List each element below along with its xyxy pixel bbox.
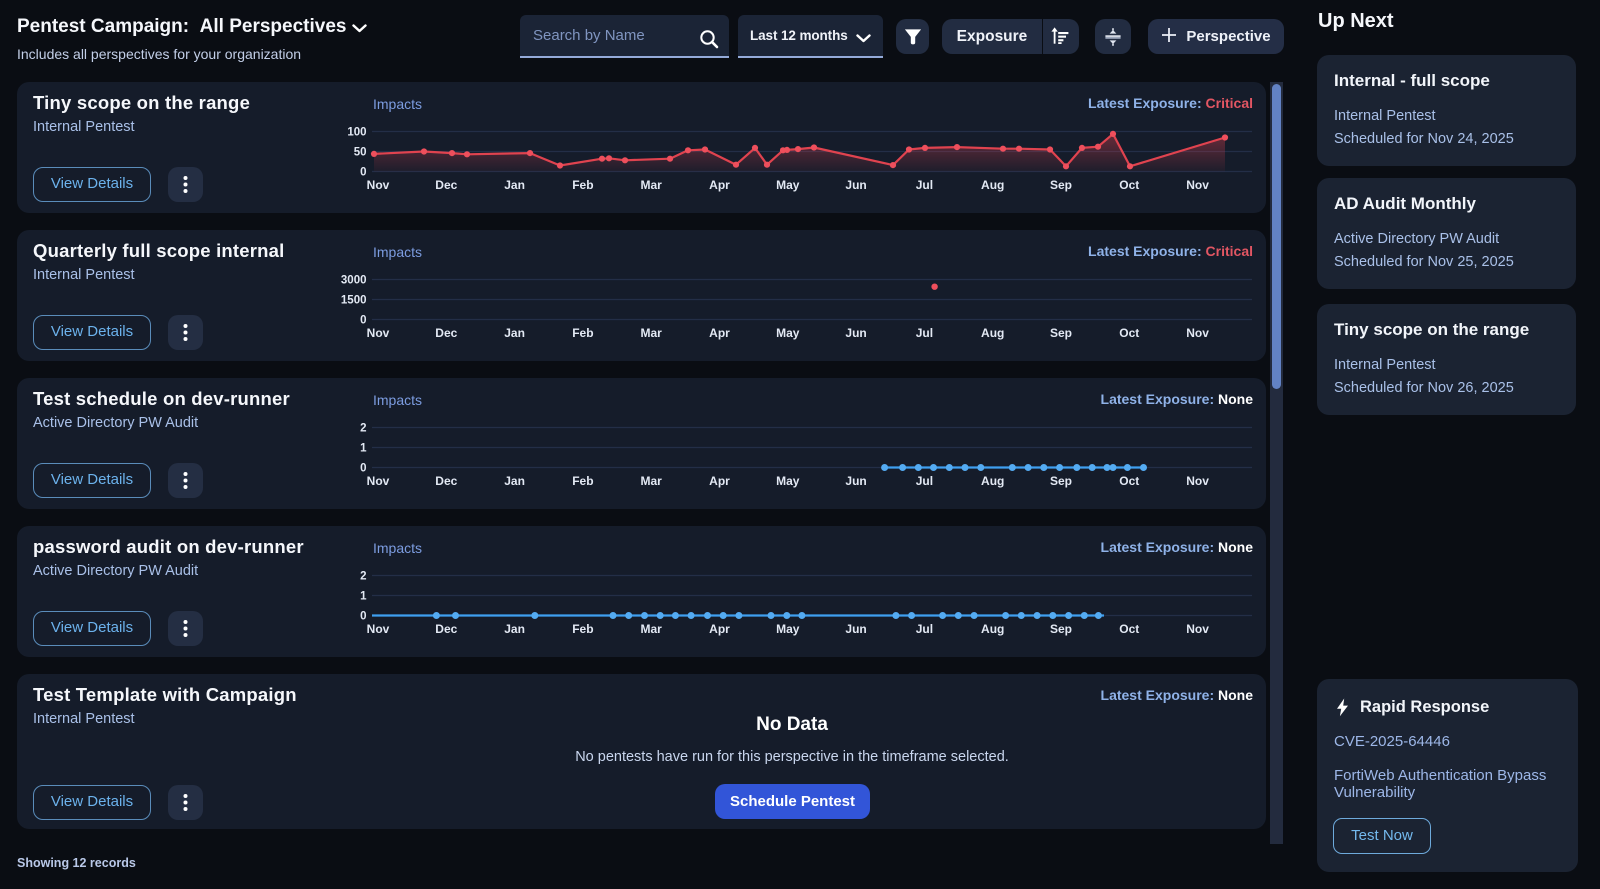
svg-text:Feb: Feb	[572, 326, 593, 340]
svg-text:Jul: Jul	[916, 474, 933, 488]
svg-text:Feb: Feb	[572, 622, 593, 636]
svg-text:Mar: Mar	[641, 622, 663, 636]
svg-text:Feb: Feb	[572, 474, 593, 488]
svg-text:0: 0	[360, 167, 366, 179]
svg-text:Jun: Jun	[845, 474, 866, 488]
svg-text:Oct: Oct	[1119, 474, 1139, 488]
svg-text:Jan: Jan	[504, 474, 525, 488]
svg-text:100: 100	[347, 127, 366, 139]
svg-text:Nov: Nov	[1186, 178, 1209, 192]
svg-text:May: May	[776, 326, 800, 340]
svg-text:1500: 1500	[341, 295, 367, 307]
svg-text:Dec: Dec	[435, 622, 457, 636]
svg-text:0: 0	[360, 611, 366, 623]
svg-text:Nov: Nov	[1186, 622, 1209, 636]
svg-text:1: 1	[360, 443, 367, 455]
svg-text:Oct: Oct	[1119, 178, 1139, 192]
svg-text:Dec: Dec	[435, 326, 457, 340]
svg-text:Mar: Mar	[641, 178, 663, 192]
svg-text:Jan: Jan	[504, 178, 525, 192]
svg-text:Jul: Jul	[916, 326, 933, 340]
svg-text:Oct: Oct	[1119, 326, 1139, 340]
svg-text:Aug: Aug	[981, 474, 1004, 488]
svg-text:Aug: Aug	[981, 622, 1004, 636]
svg-text:Apr: Apr	[709, 622, 730, 636]
svg-text:2: 2	[360, 571, 366, 583]
svg-text:Jun: Jun	[845, 622, 866, 636]
svg-text:Nov: Nov	[1186, 326, 1209, 340]
svg-text:Dec: Dec	[435, 178, 457, 192]
svg-text:50: 50	[354, 147, 367, 159]
svg-text:May: May	[776, 178, 800, 192]
svg-text:Sep: Sep	[1050, 326, 1072, 340]
svg-text:Mar: Mar	[641, 326, 663, 340]
svg-text:1: 1	[360, 591, 367, 603]
svg-text:Nov: Nov	[367, 178, 390, 192]
svg-text:Aug: Aug	[981, 178, 1004, 192]
svg-text:Apr: Apr	[709, 178, 730, 192]
svg-text:Jun: Jun	[845, 326, 866, 340]
svg-text:Jul: Jul	[916, 178, 933, 192]
svg-text:Apr: Apr	[709, 326, 730, 340]
svg-text:0: 0	[360, 463, 366, 475]
svg-text:Sep: Sep	[1050, 474, 1072, 488]
svg-text:Feb: Feb	[572, 178, 593, 192]
svg-text:3000: 3000	[341, 275, 367, 287]
svg-text:May: May	[776, 474, 800, 488]
svg-text:2: 2	[360, 423, 366, 435]
svg-text:Mar: Mar	[641, 474, 663, 488]
svg-text:Apr: Apr	[709, 474, 730, 488]
svg-text:Jan: Jan	[504, 326, 525, 340]
svg-text:0: 0	[360, 315, 366, 327]
svg-text:Jan: Jan	[504, 622, 525, 636]
svg-text:Nov: Nov	[367, 326, 390, 340]
svg-text:Sep: Sep	[1050, 622, 1072, 636]
svg-text:May: May	[776, 622, 800, 636]
svg-text:Dec: Dec	[435, 474, 457, 488]
svg-text:Nov: Nov	[367, 474, 390, 488]
svg-text:Nov: Nov	[1186, 474, 1209, 488]
svg-text:Oct: Oct	[1119, 622, 1139, 636]
svg-text:Sep: Sep	[1050, 178, 1072, 192]
svg-text:Jul: Jul	[916, 622, 933, 636]
svg-text:Aug: Aug	[981, 326, 1004, 340]
svg-text:Nov: Nov	[367, 622, 390, 636]
svg-text:Jun: Jun	[845, 178, 866, 192]
